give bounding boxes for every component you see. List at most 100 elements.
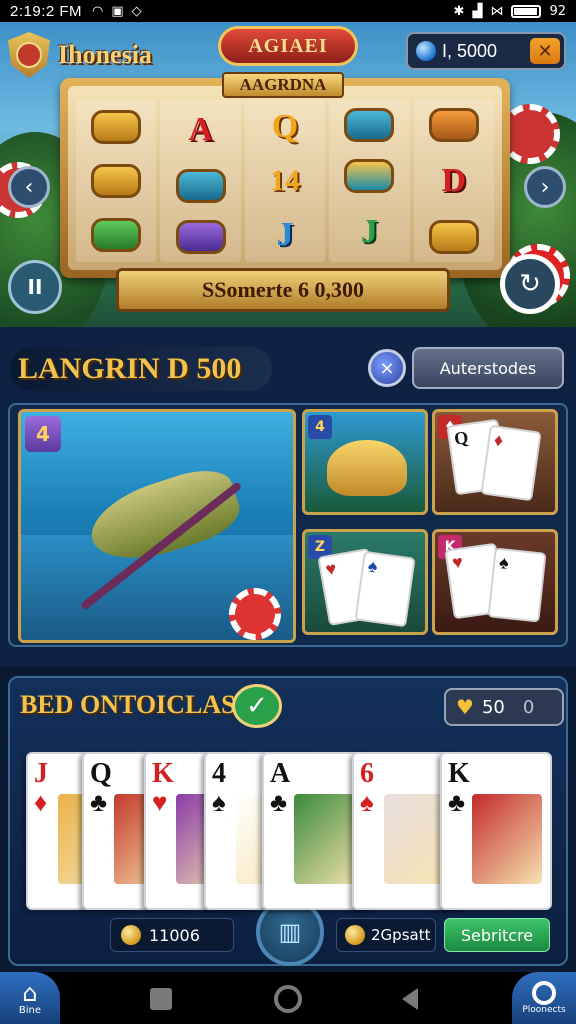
card-art [472,794,542,884]
home-label: Bine [18,1004,42,1016]
bet-value: 50 [481,696,505,718]
status-right-icons: ✱ ▟ ⋈ 92 [454,4,566,19]
reel-2: A [160,100,241,262]
title-ribbon: AGIAEI [218,26,358,66]
shell-icon [327,440,407,496]
nav-bar: ⌂ Bine Ploonects [0,972,576,1024]
home-circle-icon[interactable] [274,985,302,1013]
profile-label: Ploonects [522,1005,566,1015]
gold-pot-icon [428,219,479,254]
reel-5: D [413,100,494,262]
battery-text: 92 [549,3,566,19]
brand-name: Ihonesia [58,40,152,69]
action-button[interactable]: Sebritcre [444,918,550,952]
teal-pot-icon [344,158,395,193]
fishing-game-tile[interactable]: 4 [18,409,296,643]
poker-chip-icon [229,588,281,640]
card-icon: ♠ [354,550,416,628]
games-section-label: LANGRIN D 500 [10,347,272,391]
status-left-icons: ◠ ▣ ◇ [92,4,142,19]
symbol-d: D [441,161,467,199]
signal-icon: ▟ [472,3,483,19]
pause-button[interactable]: II [8,260,62,314]
symbol-14: 14 [269,164,300,197]
tile-badge: 4 [25,416,61,452]
card-game-tile[interactable]: K ♥ ♠ [432,529,558,635]
deposit-display[interactable]: 2Gpsatt [336,918,436,952]
card-rank: A [270,758,291,789]
card-rank: K [448,758,470,789]
playing-card[interactable]: K ♣ [440,752,552,910]
status-bar: 2:19:2 FM ◠ ▣ ◇ ✱ ▟ ⋈ 92 [0,0,576,22]
check-icon[interactable]: ✓ [232,684,282,728]
purple-pot-icon [175,219,226,254]
recent-apps-icon[interactable] [150,988,172,1010]
symbol-q: Q [271,108,299,145]
symbol-j: J [360,212,378,250]
card-rank: K [152,758,174,789]
wifi-icon: ◠ [92,3,104,19]
symbol-a: A [188,111,213,149]
brand: Ihonesia [8,32,152,78]
chip-amount: 11006 [149,925,200,945]
profile-icon [532,981,556,1005]
slot-banner: Ihonesia AGIAEI I, 5000 ✕ AAGRDNA A Q 14… [0,22,576,327]
coin-icon [345,925,365,945]
hand-bottom-row: 11006 ▥ 2Gpsatt Sebritcre [10,898,570,966]
win-banner: SSomerte 6 0,300 [116,268,450,312]
card-icon: ♠ [487,547,547,623]
slot-machine[interactable]: A Q 14 J J D [60,78,510,278]
teal-pot-icon [344,108,395,143]
home-icon: ⌂ [22,978,38,1007]
game-grid: 4 4 ♦ Q ♦ Z ♥ ♠ K ♥ ♠ [8,403,568,647]
network-icon: ⋈ [490,3,504,19]
shell-game-tile[interactable]: 4 [302,409,428,515]
back-icon[interactable] [402,988,418,1010]
bet-display[interactable]: ♥ 50 0 [444,688,564,726]
card-rank: J [34,758,48,789]
card-icon: ♦ [480,424,542,502]
card-rank: 4 [212,758,226,789]
slot-title: AAGRDNA [222,72,344,98]
reel-3: Q 14 J [244,100,326,262]
symbol-j: J [276,216,294,253]
card-game-tile[interactable]: Z ♥ ♠ [302,529,428,635]
chip-balance: 11006 [110,918,234,952]
card-game-tile[interactable]: ♦ Q ♦ [432,409,558,515]
card-rank: 6 [360,758,374,789]
spin-button[interactable]: ↻ [500,254,560,314]
gold-pot-icon [91,110,142,144]
hand-section: BED ONTOICLAS ✓ ♥ 50 0 J ♦ Q ♣ K ♥ 4 ♠ A ♣ 6 ♠ K ♣ 11… [8,676,568,966]
hand-section-title: BED ONTOICLAS [20,690,236,719]
home-button[interactable]: ⌂ Bine [0,972,60,1024]
coin-icon [121,925,141,945]
reel-4: J [329,100,410,262]
green-pot-icon [91,218,142,252]
status-time: 2:19:2 FM [10,2,83,20]
gem-icon [416,41,436,61]
slot-reels: A Q 14 J J D [68,86,502,270]
bluetooth-icon: ✱ [453,3,465,19]
brand-logo-icon [8,32,50,78]
close-button[interactable]: ✕ [530,38,560,64]
deposit-text: 2Gpsatt [371,926,431,944]
prev-arrow-button[interactable]: ‹ [8,166,50,208]
cast-icon: ◇ [131,3,142,19]
alt-button[interactable]: Auterstodes [412,347,564,389]
heart-icon: ♥ [456,695,474,719]
globe-icon[interactable]: ⨯ [368,349,406,387]
profile-button[interactable]: Ploonects [512,972,576,1024]
coin-amount: I, 5000 [442,40,498,61]
tile-tag: 4 [308,415,332,439]
next-arrow-button[interactable]: › [524,166,566,208]
app-screen: 2:19:2 FM ◠ ▣ ◇ ✱ ▟ ⋈ 92 Ihonesia AGIAEI… [0,0,576,1024]
reel-1 [76,100,157,262]
gold-pot-icon [91,164,142,198]
bet-sub: 0 [522,696,535,718]
card-rank: Q [90,758,112,789]
battery-icon [511,4,542,18]
card-hand: J ♦ Q ♣ K ♥ 4 ♠ A ♣ 6 ♠ K ♣ [26,752,554,910]
orange-pot-icon [428,108,479,143]
coin-balance[interactable]: I, 5000 ✕ [406,32,566,70]
games-section: LANGRIN D 500 ⨯ Auterstodes 4 4 ♦ Q ♦ Z [0,327,576,667]
